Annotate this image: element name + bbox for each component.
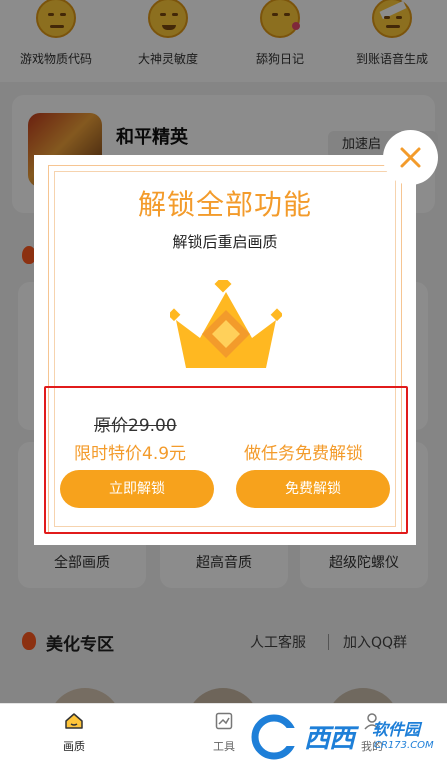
nav-label: 画质 — [63, 740, 85, 753]
annotation-highlight — [44, 386, 408, 534]
tools-icon — [215, 712, 233, 730]
watermark-brand: 西西 — [304, 724, 355, 754]
home-icon — [65, 713, 83, 729]
watermark-url: CR173.COM — [374, 740, 434, 751]
close-icon — [400, 147, 421, 168]
watermark: 西西 软件园 CR173.COM — [248, 712, 444, 764]
nav-item-quality[interactable]: 画质 — [34, 712, 114, 754]
modal-title: 解锁全部功能 — [137, 188, 312, 221]
crown-icon — [170, 280, 282, 368]
watermark-sub: 软件园 — [372, 720, 421, 739]
watermark-logo-icon — [251, 714, 304, 760]
close-button[interactable] — [383, 130, 438, 185]
modal-subtitle: 解锁后重启画质 — [172, 233, 278, 251]
